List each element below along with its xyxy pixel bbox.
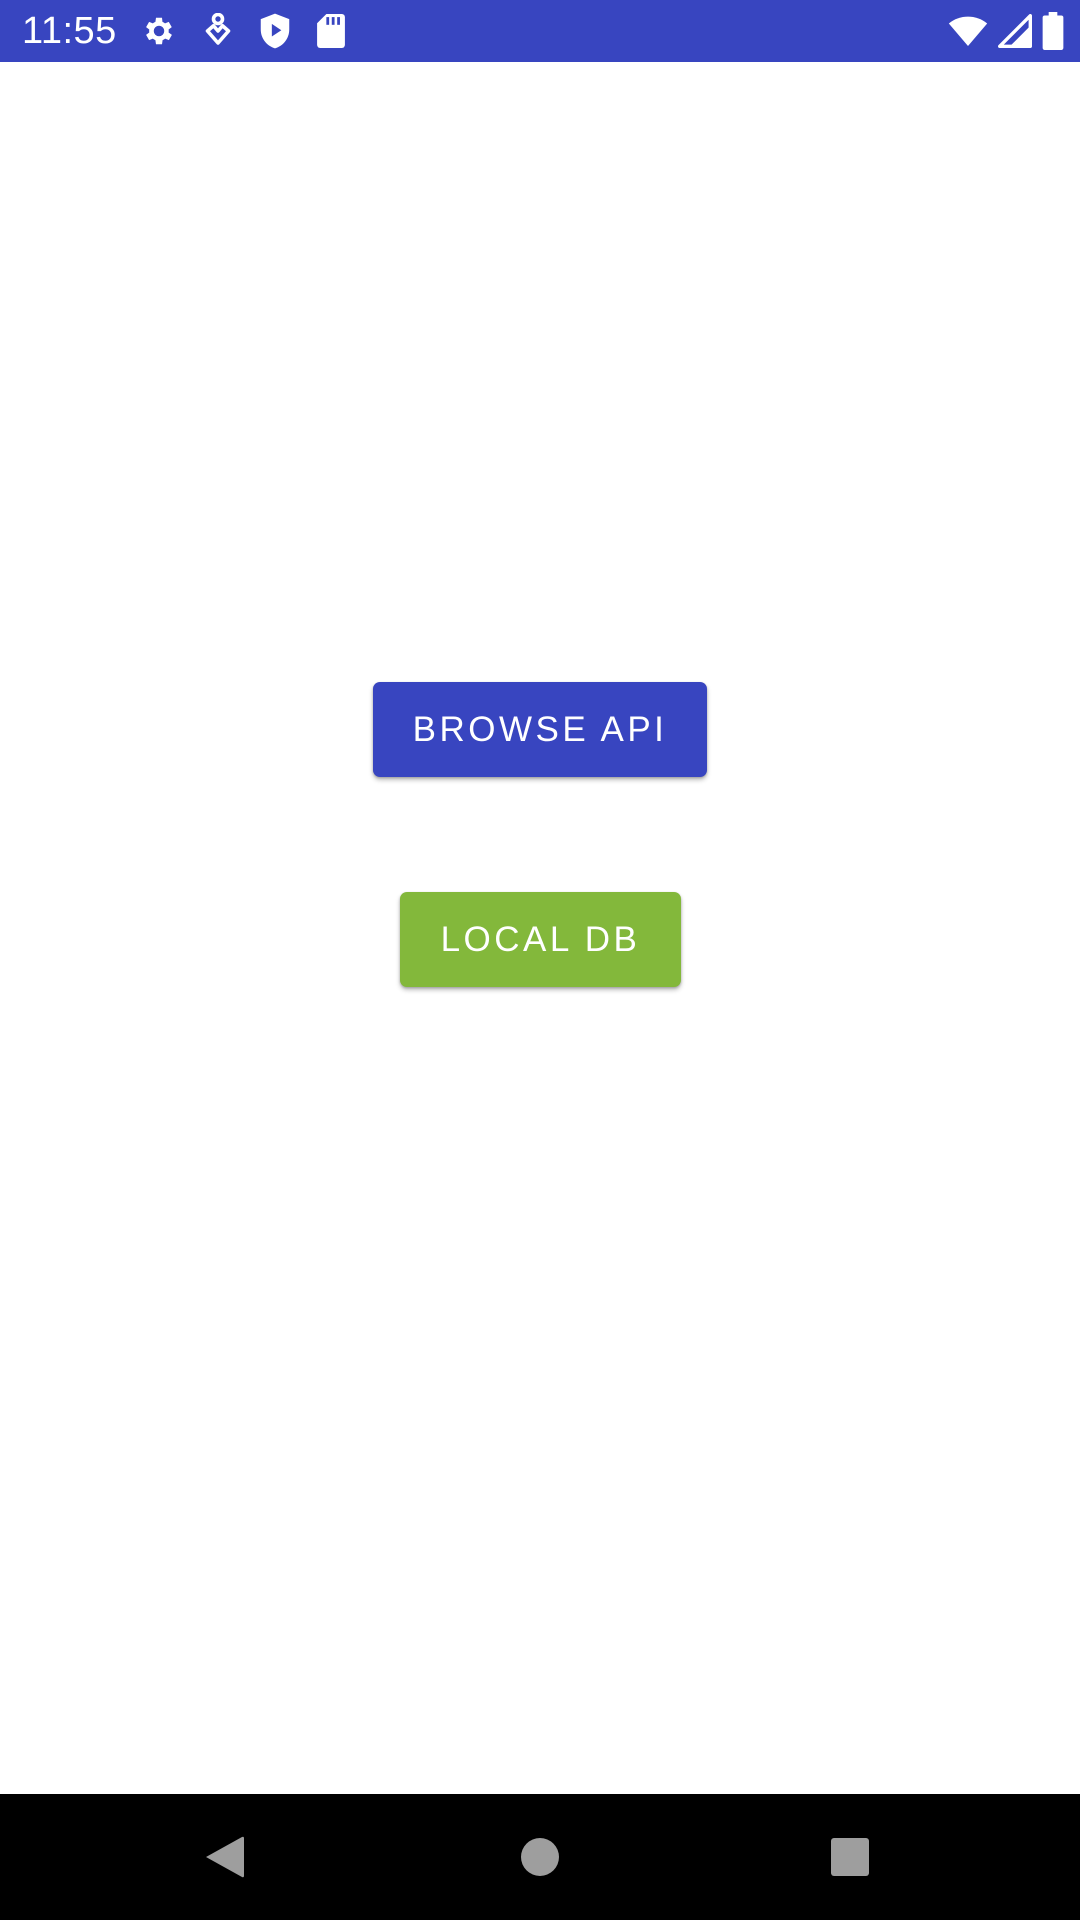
play-shield-icon bbox=[260, 13, 290, 49]
back-icon bbox=[206, 1836, 244, 1878]
app-screen: 11:55 BROWSE API LOCAL DB bbox=[0, 0, 1080, 1920]
status-icons-right bbox=[948, 12, 1064, 50]
home-button[interactable] bbox=[510, 1827, 570, 1887]
recents-button[interactable] bbox=[820, 1827, 880, 1887]
status-time: 11:55 bbox=[22, 10, 117, 52]
home-icon bbox=[521, 1838, 559, 1876]
wifi-icon bbox=[948, 16, 988, 46]
location-pin-icon bbox=[205, 13, 231, 45]
settings-icon bbox=[146, 17, 172, 45]
status-bar: 11:55 bbox=[0, 0, 1080, 62]
recents-icon bbox=[831, 1838, 869, 1876]
battery-icon bbox=[1042, 12, 1064, 50]
cellular-signal-icon bbox=[998, 14, 1032, 48]
status-icons-left bbox=[141, 13, 345, 49]
browse-api-button[interactable]: BROWSE API bbox=[373, 682, 707, 777]
local-db-button[interactable]: LOCAL DB bbox=[400, 892, 681, 987]
sd-card-icon bbox=[317, 14, 345, 48]
main-content: BROWSE API LOCAL DB bbox=[0, 62, 1080, 1794]
back-button[interactable] bbox=[195, 1827, 255, 1887]
navigation-bar bbox=[0, 1794, 1080, 1920]
